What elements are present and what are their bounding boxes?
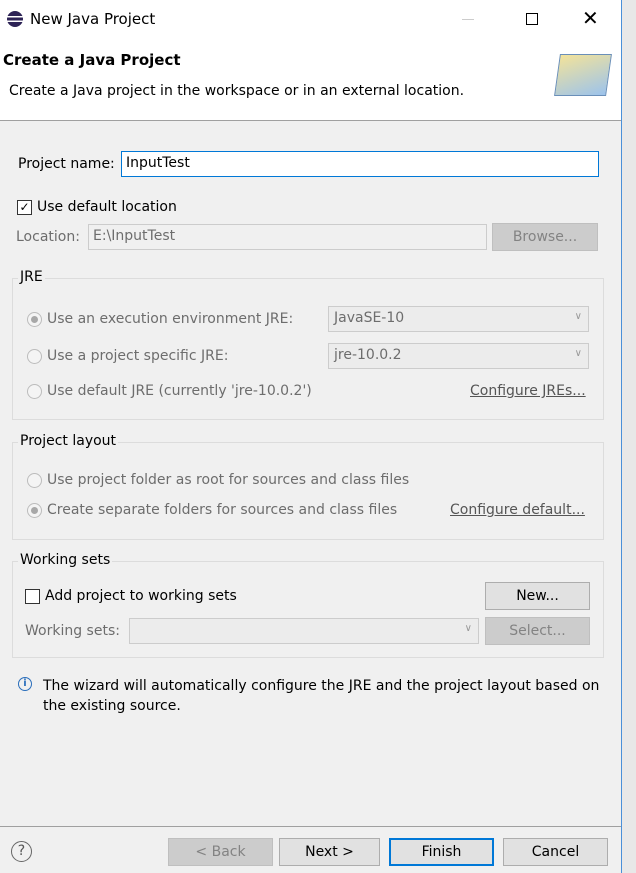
project-name-input[interactable]: InputTest	[121, 151, 599, 177]
maximize-button[interactable]	[526, 13, 538, 25]
exec-env-combo[interactable]: JavaSE-10 ∨	[328, 306, 589, 332]
finish-button[interactable]: Finish	[389, 838, 494, 866]
project-name-label: Project name:	[18, 156, 115, 172]
jre-group-title: JRE	[18, 269, 45, 285]
project-layout-group	[12, 442, 604, 540]
page-description: Create a Java project in the workspace o…	[9, 83, 465, 99]
chevron-down-icon: ∨	[574, 311, 582, 322]
configure-jres-link[interactable]: Configure JREs...	[470, 383, 586, 399]
browse-button[interactable]: Browse...	[492, 223, 598, 251]
close-button[interactable]: ✕	[582, 6, 599, 30]
window-title: New Java Project	[30, 10, 156, 28]
page-title: Create a Java Project	[3, 51, 181, 69]
select-working-sets-button[interactable]: Select...	[485, 617, 590, 645]
footer-separator	[0, 826, 621, 827]
separate-folders-radio[interactable]	[27, 503, 42, 518]
chevron-down-icon: ∨	[464, 623, 472, 634]
root-folder-label: Use project folder as root for sources a…	[47, 472, 410, 488]
exec-env-label: Use an execution environment JRE:	[47, 311, 294, 327]
wizard-header: Create a Java Project Create a Java proj…	[0, 38, 621, 121]
project-layout-title: Project layout	[18, 433, 119, 449]
folder-icon	[554, 54, 612, 96]
minimize-button[interactable]	[462, 19, 474, 20]
specific-jre-radio[interactable]	[27, 349, 42, 364]
working-sets-combo[interactable]: ∨	[129, 618, 479, 644]
info-icon: i	[18, 677, 32, 691]
specific-jre-combo[interactable]: jre-10.0.2 ∨	[328, 343, 589, 369]
add-to-working-sets-checkbox[interactable]	[25, 589, 40, 604]
location-label: Location:	[16, 229, 80, 245]
default-jre-label: Use default JRE (currently 'jre-10.0.2')	[47, 383, 312, 399]
specific-jre-label: Use a project specific JRE:	[47, 348, 229, 364]
location-input[interactable]: E:\InputTest	[88, 224, 487, 250]
info-message: The wizard will automatically configure …	[43, 678, 600, 714]
use-default-location-checkbox[interactable]: ✓	[17, 200, 32, 215]
chevron-down-icon: ∨	[574, 348, 582, 359]
new-working-set-button[interactable]: New...	[485, 582, 590, 610]
title-bar: New Java Project ✕	[0, 0, 621, 38]
use-default-location-label: Use default location	[37, 199, 177, 215]
root-folder-radio[interactable]	[27, 473, 42, 488]
configure-default-link[interactable]: Configure default...	[450, 502, 585, 518]
back-button[interactable]: < Back	[168, 838, 273, 866]
next-button[interactable]: Next >	[279, 838, 380, 866]
new-java-project-dialog: New Java Project ✕ Create a Java Project…	[0, 0, 622, 873]
eclipse-icon	[7, 11, 23, 27]
add-to-working-sets-label: Add project to working sets	[45, 588, 237, 604]
default-jre-radio[interactable]	[27, 384, 42, 399]
working-sets-title: Working sets	[18, 552, 113, 568]
cancel-button[interactable]: Cancel	[503, 838, 608, 866]
help-icon[interactable]: ?	[11, 841, 32, 862]
exec-env-radio[interactable]	[27, 312, 42, 327]
working-sets-label: Working sets:	[25, 623, 120, 639]
separate-folders-label: Create separate folders for sources and …	[47, 502, 398, 518]
